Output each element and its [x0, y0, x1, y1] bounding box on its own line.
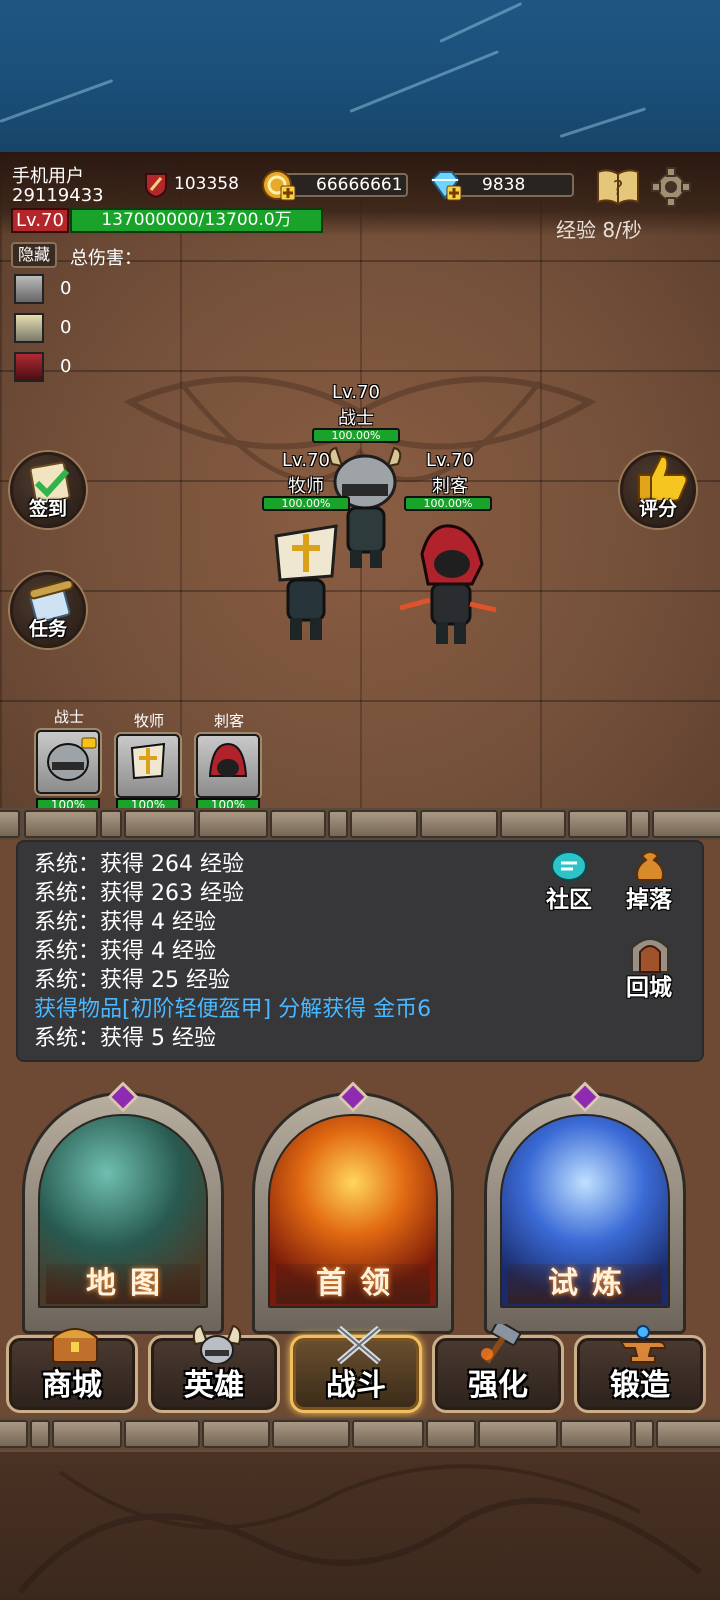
damage-value: 0: [60, 356, 72, 377]
game-viewport: 手机用户 29119433 103358 66666661 9838 ? Lv.…: [0, 152, 720, 1600]
treasure-chest-icon: [47, 1324, 103, 1364]
stone-wall-top: [0, 808, 720, 840]
priest-sprite-icon: [274, 524, 338, 640]
damage-value: 0: [60, 278, 72, 299]
team-card-assassin[interactable]: 刺客 100%: [194, 706, 264, 816]
loot-bag-icon: [632, 846, 668, 884]
gold-box: 66666661: [280, 173, 408, 197]
hero-hp-bar: 100.00%: [404, 496, 492, 511]
hero-level: Lv.70: [282, 450, 330, 471]
diamond-add-button[interactable]: [428, 168, 462, 202]
exp-bar: 137000000/13700.0万: [70, 208, 323, 233]
team-name: 战士: [53, 708, 84, 726]
chat-line: 系统：获得 4 经验: [34, 910, 216, 935]
gold-add-button[interactable]: [262, 168, 296, 202]
tasks-button[interactable]: 任务: [10, 572, 86, 648]
hero-level: Lv.70: [426, 450, 474, 471]
chat-line: 系统：获得 263 经验: [34, 881, 244, 906]
anvil-icon: [615, 1324, 671, 1364]
exp-text: 137000000/13700.0万: [101, 210, 292, 230]
battle-hero-assassin[interactable]: Lv.70 刺客 100.00%: [400, 450, 500, 650]
drops-button[interactable]: 掉落: [616, 848, 682, 914]
team-card-warrior[interactable]: 战士 100%: [34, 706, 104, 816]
return-town-button[interactable]: 回城: [616, 932, 682, 1002]
nav-forge-button[interactable]: 锻造: [574, 1325, 706, 1413]
chat-bubble-icon: [550, 850, 588, 884]
diamond-box: 9838: [446, 173, 574, 197]
horned-helmet-icon: [189, 1324, 245, 1365]
community-button[interactable]: 社区: [536, 848, 602, 914]
nav-shop-button[interactable]: 商城: [6, 1328, 138, 1413]
power-value: 103358: [174, 174, 239, 194]
chat-line-loot: 获得物品[初阶轻便盔甲] 分解获得 金币6: [34, 997, 432, 1022]
top-background: [0, 0, 720, 152]
checkin-button[interactable]: 签到: [10, 452, 86, 528]
chat-line: 系统：获得 4 经验: [34, 939, 216, 964]
total-damage-label: 总伤害：: [70, 248, 142, 269]
diamond-value: 9838: [482, 175, 526, 195]
stone-wall-bottom: [0, 1418, 720, 1450]
guide-book-icon[interactable]: ?: [596, 166, 640, 206]
nav-heroes-button[interactable]: 英雄: [148, 1324, 280, 1413]
hero-level: Lv.70: [332, 382, 380, 403]
hero-hp-bar: 100.00%: [312, 428, 400, 443]
assassin-avatar-icon: [14, 352, 44, 382]
hero-hp-bar: 100.00%: [262, 496, 350, 511]
chat-log-panel[interactable]: 系统：获得 264 经验 系统：获得 263 经验 系统：获得 4 经验 系统：…: [16, 840, 704, 1062]
team-name: 刺客: [213, 712, 244, 730]
gold-value: 66666661: [316, 175, 403, 195]
battle-hero-priest[interactable]: Lv.70 牧师 100.00%: [256, 450, 356, 650]
priest-avatar-icon: [14, 313, 44, 343]
hero-name: 刺客: [432, 476, 468, 497]
chat-line: 系统：获得 5 经验: [34, 1026, 216, 1051]
rate-button[interactable]: 评分: [620, 452, 696, 528]
sword-shield-icon: [144, 172, 168, 198]
nav-battle-button[interactable]: 战斗: [290, 1325, 422, 1413]
exp-rate: 经验 8/秒: [556, 218, 642, 242]
assassin-portrait-icon: [196, 734, 260, 798]
boss-portal-button[interactable]: 首领: [252, 1081, 454, 1334]
level-badge: Lv.70: [11, 208, 69, 233]
nav-enhance-button[interactable]: 强化: [432, 1320, 564, 1413]
priest-portrait-icon: [116, 734, 180, 798]
settings-gear-icon[interactable]: [650, 166, 692, 208]
team-name: 牧师: [133, 712, 164, 730]
crossed-swords-icon: [331, 1324, 387, 1365]
svg-text:?: ?: [613, 176, 624, 200]
warrior-avatar-icon: [14, 274, 44, 304]
team-card-priest[interactable]: 牧师 100%: [114, 706, 184, 816]
hide-button[interactable]: 隐藏: [11, 242, 57, 268]
player-id: 29119433: [12, 185, 104, 206]
chat-line: 系统：获得 264 经验: [34, 852, 244, 877]
damage-row: 0: [14, 313, 94, 343]
trial-portal-button[interactable]: 试炼: [484, 1081, 686, 1334]
hero-name: 战士: [338, 408, 374, 429]
map-portal-button[interactable]: 地图: [22, 1081, 224, 1334]
damage-row: 0: [14, 274, 94, 304]
chat-line: 系统：获得 25 经验: [34, 968, 230, 993]
assassin-sprite-icon: [400, 524, 497, 644]
damage-row: 0: [14, 352, 94, 382]
damage-value: 0: [60, 317, 72, 338]
hammer-icon: [473, 1320, 529, 1364]
bottom-floor-decor: [0, 1452, 720, 1600]
warrior-portrait-icon: [36, 730, 100, 794]
hero-name: 牧师: [288, 476, 324, 497]
